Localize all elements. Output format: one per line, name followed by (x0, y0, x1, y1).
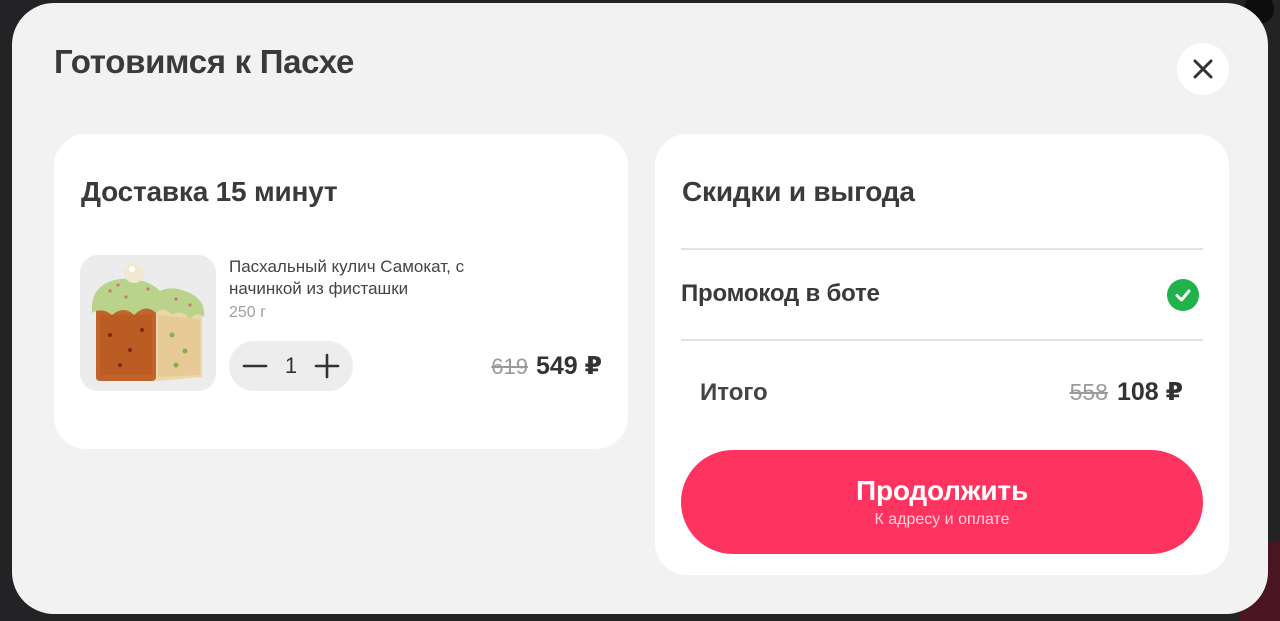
old-price: 619 (491, 354, 528, 379)
discounts-title: Скидки и выгода (682, 176, 915, 207)
product-name[interactable]: Пасхальный кулич Самокат, с начинкой из … (229, 256, 529, 300)
check-circle-icon (1167, 279, 1199, 311)
total-new-price: 108 ₽ (1116, 378, 1183, 406)
kulich-image (80, 255, 216, 391)
discounts-card: Скидки и выгода Промокод в боте Итого 55… (655, 134, 1229, 575)
new-price: 549 ₽ (535, 352, 602, 380)
modal-title: Готовимся к Пасхе (54, 43, 355, 80)
product-price: 619 549 ₽ (491, 351, 602, 381)
promo-label[interactable]: Промокод в боте (681, 280, 880, 308)
total-old-price: 558 (1069, 379, 1108, 405)
delivery-title: Доставка 15 минут (81, 176, 338, 207)
divider (681, 248, 1203, 250)
quantity-value: 1 (284, 353, 298, 378)
continue-button-label: Продолжить (856, 475, 1028, 506)
delivery-card: Доставка 15 минут Пасхальный кулич Самок… (54, 134, 628, 449)
continue-button[interactable]: Продолжить К адресу и оплате (681, 450, 1203, 554)
continue-button-sublabel: К адресу и оплате (874, 511, 1010, 528)
decrease-button[interactable] (241, 352, 269, 380)
product-image[interactable] (80, 255, 216, 391)
divider (681, 339, 1203, 341)
easter-modal: Готовимся к Пасхе Доставка 15 минут Пасх… (12, 3, 1268, 614)
close-button[interactable] (1177, 43, 1229, 95)
plus-icon (314, 353, 340, 379)
product-weight: 250 г (229, 304, 266, 321)
total-label: Итого (700, 379, 768, 406)
quantity-stepper: 1 (229, 341, 353, 391)
minus-icon (242, 364, 268, 368)
total-price: 558 108 ₽ (1070, 377, 1183, 407)
close-icon (1193, 59, 1213, 79)
increase-button[interactable] (313, 352, 341, 380)
